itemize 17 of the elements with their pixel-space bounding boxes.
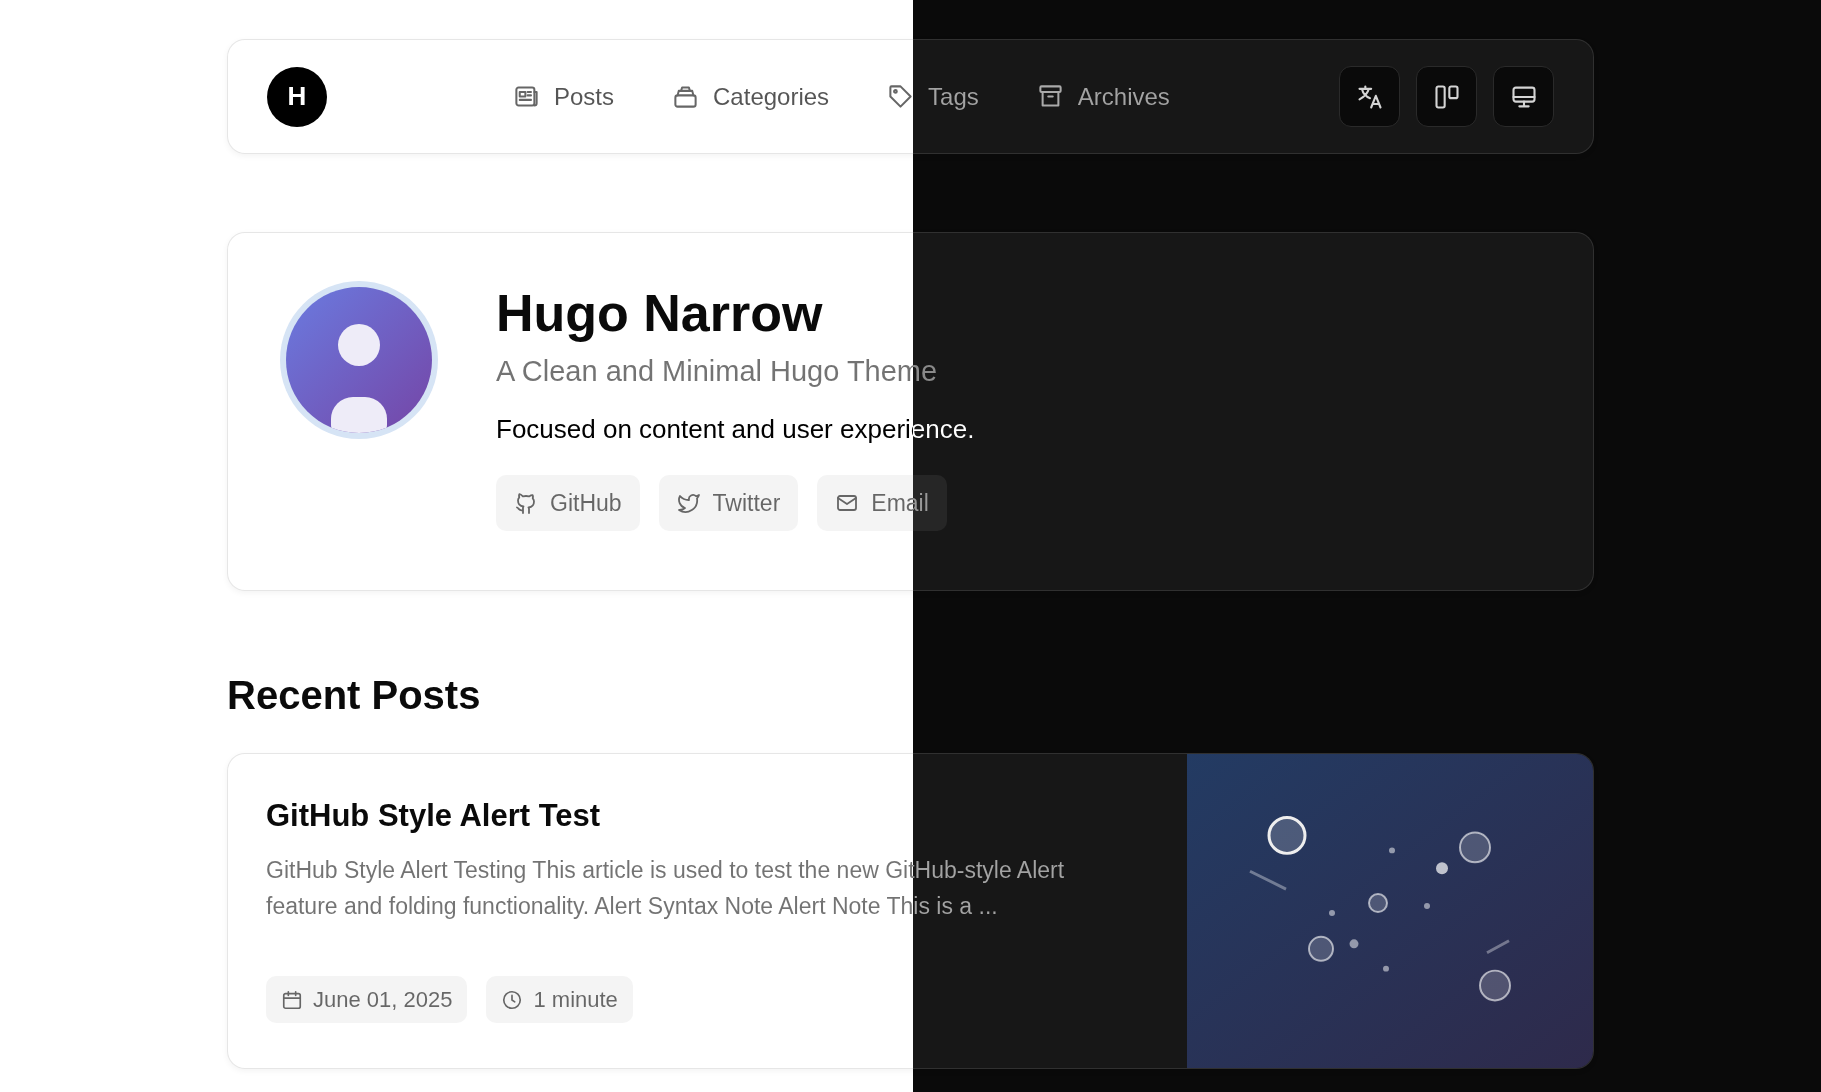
theme-button[interactable] [1493,66,1554,127]
social-link[interactable]: Twitter [658,475,799,531]
reading-time: 1 minute [486,976,633,1023]
newspaper-icon [513,83,540,110]
tag-icon [887,83,915,110]
calendar-icon [281,988,303,1011]
language-button[interactable] [1339,66,1400,127]
layout-button[interactable] [1416,66,1477,127]
stack-icon [672,83,700,110]
social-link[interactable]: GitHub [496,475,640,531]
site-logo[interactable]: H [267,66,327,127]
post-date: June 01, 2025 [266,976,468,1023]
layout-icon [1432,82,1461,111]
bird-icon [676,491,701,515]
clock-icon [501,988,524,1011]
github-icon [514,491,538,515]
archive-icon [1036,83,1064,110]
